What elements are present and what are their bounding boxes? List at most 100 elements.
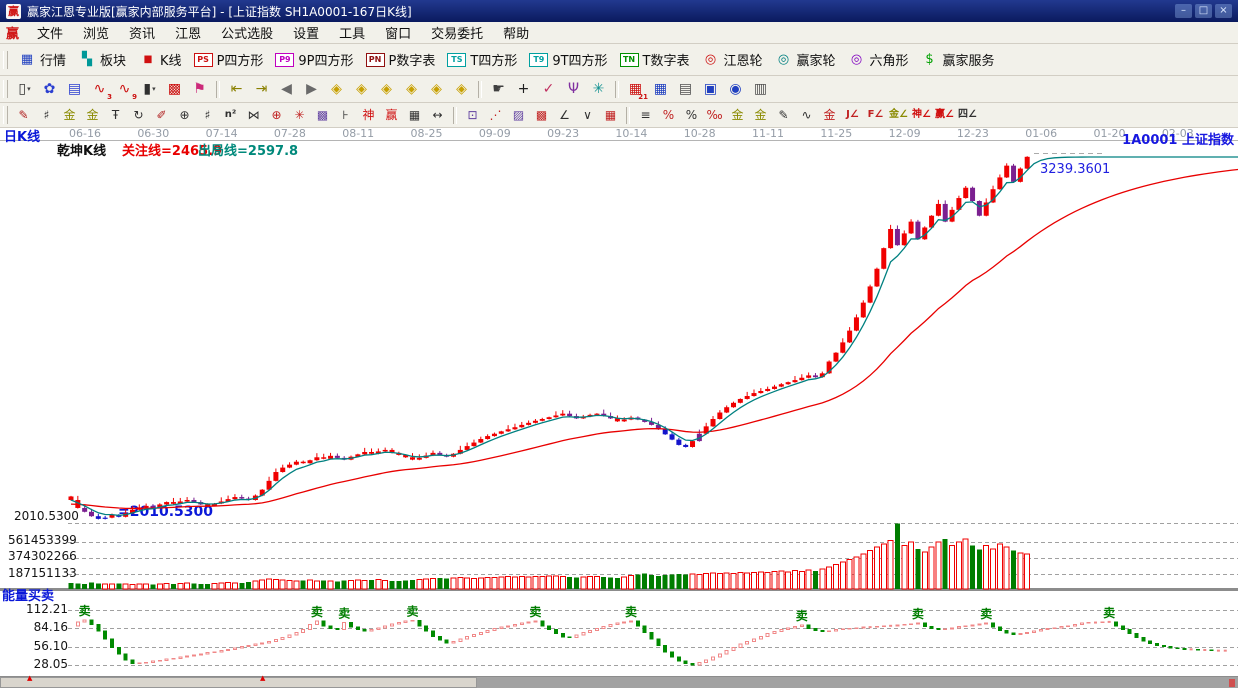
neural-tool-button[interactable]: ✳ bbox=[586, 78, 611, 100]
toolbar-grip[interactable] bbox=[3, 80, 8, 98]
p9-square-button[interactable]: P99P四方形 bbox=[269, 50, 359, 69]
info-panel-button[interactable]: ▤ bbox=[62, 78, 87, 100]
brush-button[interactable]: ✎ bbox=[12, 106, 35, 125]
kline-button[interactable]: ▮▮K线 bbox=[132, 50, 188, 69]
title-bar[interactable]: 赢 赢家江恩专业版[赢家内部服务平台] - [上证指数 SH1A0001-167… bbox=[0, 0, 1238, 22]
toolbar-grip[interactable] bbox=[3, 106, 8, 124]
permille-line-button[interactable]: ‰ bbox=[703, 106, 726, 125]
menu-item-8[interactable]: 交易委托 bbox=[421, 22, 493, 43]
wave-9-chart-button[interactable]: ∿9 bbox=[112, 78, 137, 100]
j-angle-button[interactable]: J∠ bbox=[841, 106, 864, 125]
p-number-table-button[interactable]: PNP数字表 bbox=[360, 50, 442, 69]
gold-grid-a-button[interactable]: 金 bbox=[58, 106, 81, 125]
pattern-box-button[interactable]: ▩ bbox=[162, 78, 187, 100]
hatch-lines-button[interactable]: ♯ bbox=[35, 106, 58, 125]
winner-wheel-button[interactable]: ◎赢家轮 bbox=[769, 50, 842, 69]
ying-tool-button[interactable]: 赢 bbox=[380, 106, 403, 125]
scrollbar-thumb[interactable] bbox=[0, 677, 477, 688]
n-square-button[interactable]: n² bbox=[219, 106, 242, 125]
price-grid-button[interactable]: ▦ bbox=[599, 106, 622, 125]
maximize-button[interactable]: □ bbox=[1195, 4, 1212, 18]
gann-wheel-button[interactable]: ◎江恩轮 bbox=[696, 50, 769, 69]
percent-button[interactable]: % bbox=[680, 106, 703, 125]
sectors-button[interactable]: ▚板块 bbox=[72, 50, 132, 69]
jump-first-button[interactable]: ⇤ bbox=[224, 78, 249, 100]
minimize-button[interactable]: – bbox=[1175, 4, 1192, 18]
pattern-search-button[interactable]: ✿ bbox=[37, 78, 62, 100]
t9-square-button[interactable]: T99T四方形 bbox=[523, 50, 613, 69]
percent-slash-button[interactable]: % bbox=[657, 106, 680, 125]
menu-item-9[interactable]: 帮助 bbox=[493, 22, 539, 43]
span-measure-button[interactable]: ↔ bbox=[426, 106, 449, 125]
menu-item-5[interactable]: 设置 bbox=[283, 22, 329, 43]
jump-last-button[interactable]: ⇥ bbox=[249, 78, 274, 100]
net-sync-button[interactable]: ◉ bbox=[723, 78, 748, 100]
wave-3-chart-button[interactable]: ∿3 bbox=[87, 78, 112, 100]
measure-check-button[interactable]: ✓ bbox=[536, 78, 561, 100]
f-angle-button[interactable]: F∠ bbox=[864, 106, 887, 125]
gold-channel-button[interactable]: 金 bbox=[818, 106, 841, 125]
workstation-button[interactable]: ▥ bbox=[748, 78, 773, 100]
menu-item-6[interactable]: 工具 bbox=[329, 22, 375, 43]
p-square-button[interactable]: PSP四方形 bbox=[188, 50, 270, 69]
spider-web-button[interactable]: ✳ bbox=[288, 106, 311, 125]
zoom-vertical-button[interactable]: ◈ bbox=[424, 78, 449, 100]
calendar-21-button[interactable]: ▦21 bbox=[623, 78, 648, 100]
gann-fork-button[interactable]: Ψ bbox=[561, 78, 586, 100]
ying-angle-button[interactable]: 赢∠ bbox=[933, 106, 956, 125]
zoom-out-horizontal-button[interactable]: ◈ bbox=[374, 78, 399, 100]
cycle-circle-button[interactable]: ⊕ bbox=[173, 106, 196, 125]
shen-tool-button[interactable]: 神 bbox=[357, 106, 380, 125]
chart-canvas[interactable]: 06-1606-3007-1407-2808-1108-2509-0909-23… bbox=[0, 128, 1238, 676]
winner-service-button[interactable]: $赢家服务 bbox=[915, 50, 1001, 69]
save-disk-button[interactable]: ▣ bbox=[698, 78, 723, 100]
zoom-in-horizontal-button[interactable]: ◈ bbox=[399, 78, 424, 100]
menu-item-2[interactable]: 资讯 bbox=[119, 22, 165, 43]
bar-count-button[interactable]: ♯ bbox=[196, 106, 219, 125]
gold-circle-button[interactable]: 金 bbox=[726, 106, 749, 125]
gold-angle-button[interactable]: 金∠ bbox=[887, 106, 910, 125]
t-number-table-button[interactable]: TNT数字表 bbox=[614, 50, 696, 69]
trend-angle-button[interactable]: ∠ bbox=[553, 106, 576, 125]
si-angle-button[interactable]: 四∠ bbox=[956, 106, 979, 125]
gold-levels-button[interactable]: 金 bbox=[749, 106, 772, 125]
notepad-button[interactable]: ▤ bbox=[673, 78, 698, 100]
close-button[interactable]: × bbox=[1215, 4, 1232, 18]
gann-target-button[interactable]: ⊕ bbox=[265, 106, 288, 125]
zoom-all-button[interactable]: ◈ bbox=[449, 78, 474, 100]
hexagon-button[interactable]: ◎六角形 bbox=[842, 50, 915, 69]
kline-style-dropdown-button[interactable]: ▯▾ bbox=[12, 78, 37, 100]
fan-lines-button[interactable]: ⋰ bbox=[484, 106, 507, 125]
page-next-button[interactable]: ▶ bbox=[299, 78, 324, 100]
brush-2-button[interactable]: ✐ bbox=[150, 106, 173, 125]
menu-item-0[interactable]: 文件 bbox=[27, 22, 73, 43]
calculator-button[interactable]: ▦ bbox=[648, 78, 673, 100]
gann-box-button[interactable]: ▨ bbox=[507, 106, 530, 125]
candle-width-dropdown-button[interactable]: ▮▾ bbox=[137, 78, 162, 100]
spiral-button[interactable]: ↻ bbox=[127, 106, 150, 125]
rect-tool-button[interactable]: ⊡ bbox=[461, 106, 484, 125]
gold-grid-b-button[interactable]: 金 bbox=[81, 106, 104, 125]
fib-levels-button[interactable]: ≡ bbox=[634, 106, 657, 125]
period-label[interactable]: 日K线 bbox=[4, 131, 40, 145]
wave-band-button[interactable]: ∿ bbox=[795, 106, 818, 125]
f-lines-button[interactable]: Ŧ bbox=[104, 106, 127, 125]
flag-marker-button[interactable]: ⚑ bbox=[187, 78, 212, 100]
menu-item-1[interactable]: 浏览 bbox=[73, 22, 119, 43]
page-prev-button[interactable]: ◀ bbox=[274, 78, 299, 100]
quotes-button[interactable]: ▦行情 bbox=[12, 50, 72, 69]
web-box-button[interactable]: ▩ bbox=[311, 106, 334, 125]
pan-hand-button[interactable]: ☛ bbox=[486, 78, 511, 100]
horizontal-scrollbar[interactable] bbox=[0, 676, 1238, 688]
ruler-123-button[interactable]: ▦ bbox=[403, 106, 426, 125]
crosshair-button[interactable]: + bbox=[511, 78, 536, 100]
zigzag-button[interactable]: ∨ bbox=[576, 106, 599, 125]
shen-angle-button[interactable]: 神∠ bbox=[910, 106, 933, 125]
gann-web-button[interactable]: ▩ bbox=[530, 106, 553, 125]
menu-item-4[interactable]: 公式选股 bbox=[211, 22, 283, 43]
mirror-fold-button[interactable]: ⋈ bbox=[242, 106, 265, 125]
shift-left-button[interactable]: ◈ bbox=[324, 78, 349, 100]
toolbar-grip[interactable] bbox=[3, 51, 8, 69]
shift-right-button[interactable]: ◈ bbox=[349, 78, 374, 100]
t-square-button[interactable]: TST四方形 bbox=[441, 50, 523, 69]
